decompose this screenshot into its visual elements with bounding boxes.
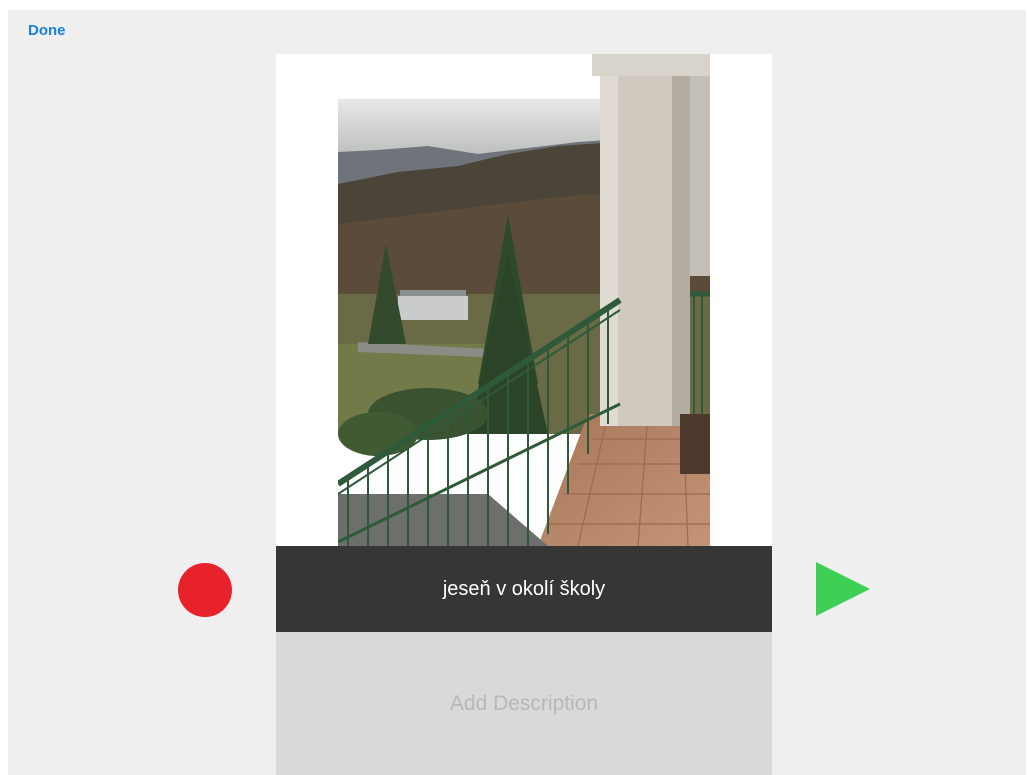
slide-title: jeseň v okolí školy — [442, 577, 606, 600]
record-button[interactable] — [178, 563, 232, 617]
landscape-photo — [338, 54, 710, 546]
done-button[interactable]: Done — [28, 22, 66, 39]
photo-card[interactable] — [276, 54, 772, 546]
slide-title-bar[interactable]: jeseň v okolí školy — [276, 546, 772, 632]
play-button[interactable] — [816, 562, 870, 616]
description-field[interactable]: Add Description — [276, 632, 772, 775]
description-placeholder: Add Description — [449, 691, 599, 715]
slide-editor-screen: Done jeseň v okolí školy Add Description — [8, 10, 1026, 775]
